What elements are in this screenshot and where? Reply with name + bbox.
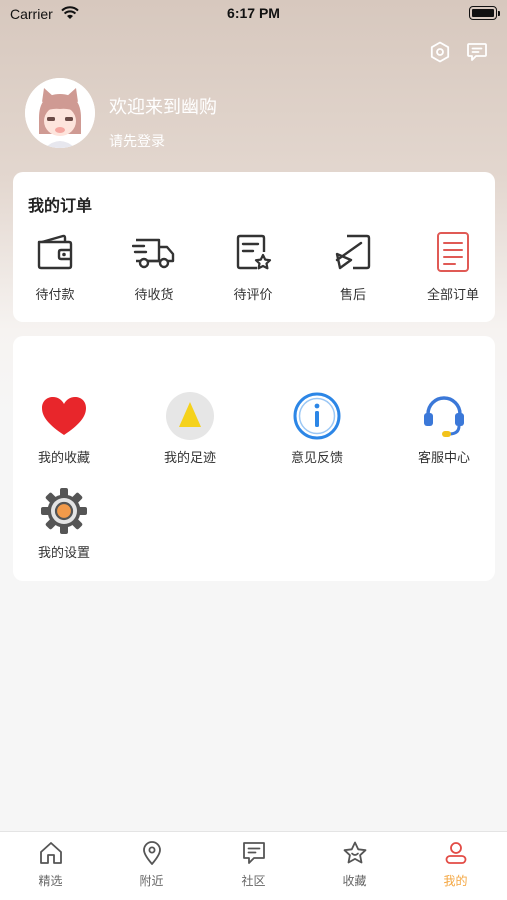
service-feedback[interactable]: 意见反馈 [262,391,372,466]
gear-icon [41,488,87,534]
battery-icon [469,6,500,20]
message-icon[interactable] [465,40,489,64]
service-footprints[interactable]: 我的足迹 [135,391,245,466]
order-label: 待收货 [134,288,174,303]
tab-label: 精选 [38,874,63,888]
tab-label: 社区 [241,874,266,888]
order-title: 我的订单 [28,196,93,215]
star-icon [343,841,366,864]
tab-label: 附近 [139,874,164,888]
login-link[interactable]: 请先登录 [109,131,165,151]
service-label: 我的足迹 [163,451,216,466]
user-icon [445,842,466,864]
tab-featured[interactable]: 精选 [0,840,101,889]
service-customer-center[interactable]: 客服中心 [389,391,499,466]
order-card: 我的订单 待付款 待收货 待评价 售后 全部订单 [13,172,495,322]
chat-icon [242,842,265,864]
avatar-cat-girl-icon [25,78,95,148]
service-card: 我的收藏 我的足迹 意见反馈 客服中心 我的设置 [13,336,495,581]
avatar[interactable] [25,78,95,148]
home-icon [39,842,62,864]
after-sale-icon [335,234,371,270]
order-after-sale[interactable]: 售后 [313,230,393,310]
order-label: 全部订单 [426,288,479,303]
service-settings[interactable]: 我的设置 [9,486,119,561]
order-label: 售后 [339,288,366,303]
order-pending-receipt[interactable]: 待收货 [114,230,194,310]
settings-hex-icon[interactable] [428,40,452,64]
heart-icon [42,397,86,435]
all-orders-icon [437,232,469,272]
order-pending-review[interactable]: 待评价 [213,230,293,310]
order-label: 待付款 [35,288,75,303]
info-icon [293,392,341,440]
wallet-icon [37,234,73,270]
tab-nearby[interactable]: 附近 [101,840,202,889]
status-bar: Carrier 6:17 PM [0,0,507,28]
footprint-icon [166,392,214,440]
status-time: 6:17 PM [227,5,280,21]
tab-favorites[interactable]: 收藏 [304,840,405,889]
service-label: 我的设置 [37,546,90,561]
tab-label: 收藏 [342,874,367,888]
tab-bar: 精选 附近 社区 收藏 我的 [0,831,507,900]
welcome-title: 欢迎来到幽购 [109,97,217,118]
tab-mine[interactable]: 我的 [405,840,506,889]
review-icon [236,234,272,270]
order-label: 待评价 [233,288,273,303]
service-favorites[interactable]: 我的收藏 [9,391,119,466]
service-label: 客服中心 [417,451,470,466]
truck-icon [132,238,175,269]
location-icon [142,841,161,865]
order-pending-payment[interactable]: 待付款 [15,230,95,310]
tab-community[interactable]: 社区 [203,840,304,889]
service-label: 意见反馈 [290,451,343,466]
order-all[interactable]: 全部订单 [413,230,493,310]
service-label: 我的收藏 [37,451,90,466]
headset-icon [424,396,464,437]
tab-label: 我的 [443,874,468,888]
